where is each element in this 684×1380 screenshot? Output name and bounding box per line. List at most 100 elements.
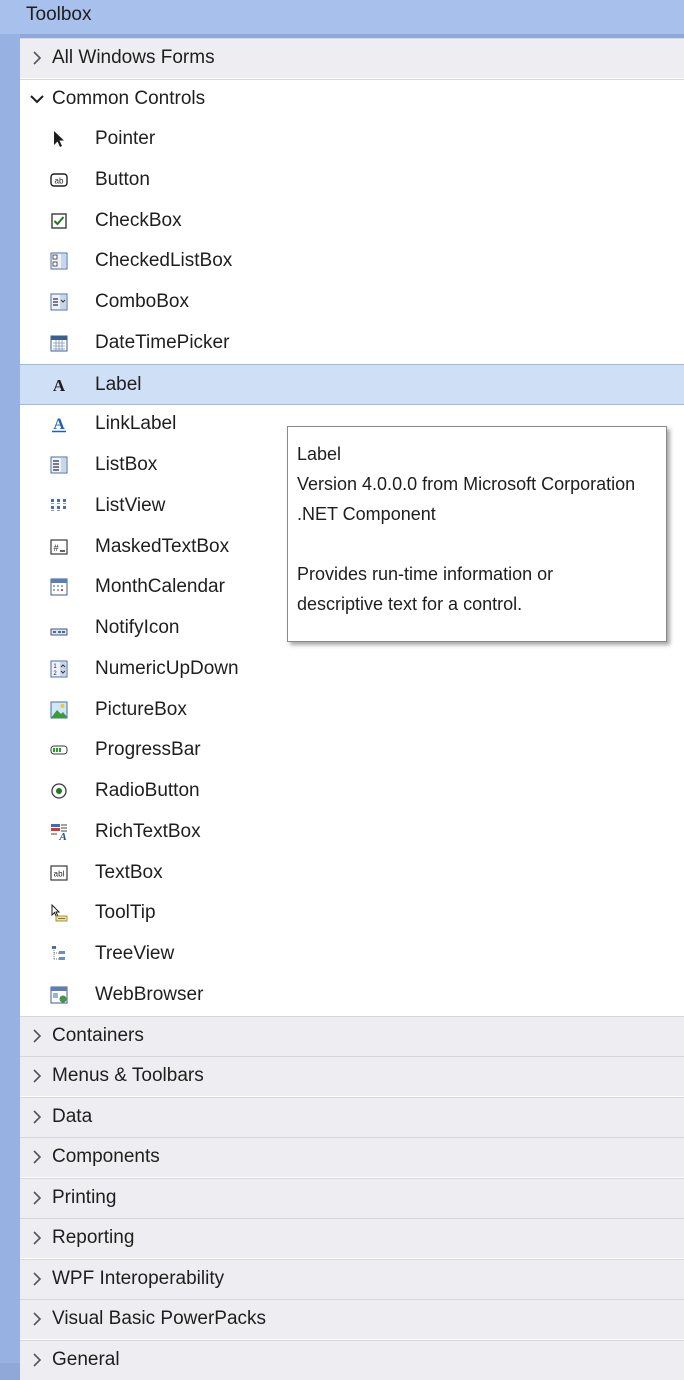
toolbox-item-label: ProgressBar — [95, 739, 201, 760]
toolbox-item-label: ListView — [95, 495, 166, 516]
tab-printing[interactable]: Printing — [20, 1178, 684, 1218]
pointer-icon — [50, 130, 68, 148]
notifyicon-icon — [50, 619, 68, 637]
svg-text:ab: ab — [55, 177, 64, 186]
tab-components[interactable]: Components — [20, 1137, 684, 1177]
chevron-right-icon[interactable] — [29, 1147, 45, 1167]
svg-text:abl: abl — [54, 870, 65, 879]
toolbox-item-label: RichTextBox — [95, 821, 201, 842]
toolbox-item-combobox[interactable]: ComboBox — [20, 282, 684, 323]
svg-text:A: A — [58, 831, 66, 841]
tab-menus-and-toolbars[interactable]: Menus & Toolbars — [20, 1056, 684, 1096]
tooltip-spacer — [297, 529, 658, 559]
combobox-icon — [50, 293, 68, 311]
toolbox-item-label: RadioButton — [95, 780, 200, 801]
tab-wpf-interoperability[interactable]: WPF Interoperability — [20, 1259, 684, 1299]
chevron-down-icon[interactable] — [29, 89, 45, 109]
monthcalendar-icon — [50, 578, 68, 596]
toolbox-item-checkedlistbox[interactable]: CheckedListBox — [20, 241, 684, 282]
toolbox-item-label: Label — [95, 374, 142, 395]
numericupdown-icon: 12 — [50, 660, 68, 678]
toolbox-item-picturebox[interactable]: PictureBox — [20, 690, 684, 731]
item-tooltip: Label Version 4.0.0.0 from Microsoft Cor… — [287, 426, 667, 642]
chevron-right-icon[interactable] — [29, 1107, 45, 1127]
chevron-right-icon[interactable] — [29, 1066, 45, 1086]
tooltip-description-line2: descriptive text for a control. — [297, 594, 523, 614]
toolbox-item-progressbar[interactable]: ProgressBar — [20, 730, 684, 771]
toolbox-item-label: MaskedTextBox — [95, 536, 230, 557]
toolbox-item-label: ListBox — [95, 454, 158, 475]
toolbox-item-webbrowser[interactable]: WebBrowser — [20, 975, 684, 1016]
tab-data[interactable]: Data — [20, 1097, 684, 1137]
tooltip-description-line1: Provides run-time information or — [297, 564, 554, 584]
toolbox-panel: All Windows Forms Common Controls Pointer a… — [20, 38, 684, 1380]
listbox-icon — [50, 456, 68, 474]
tab-label: Printing — [52, 1187, 117, 1208]
tab-label: WPF Interoperability — [52, 1268, 225, 1289]
toolbox-item-label: CheckBox — [95, 210, 182, 231]
chevron-right-icon[interactable] — [29, 1269, 45, 1289]
tooltip-version: Version 4.0.0.0 from Microsoft Corporati… — [297, 474, 636, 494]
toolbox-item-label: Pointer — [95, 128, 156, 149]
tab-common-controls[interactable]: Common Controls — [20, 79, 684, 119]
toolbox-item-label: PictureBox — [95, 699, 187, 720]
toolbox-title: Toolbox — [26, 4, 92, 25]
toolbox-item-label: CheckedListBox — [95, 250, 233, 271]
tab-label: Data — [52, 1106, 93, 1127]
tab-label: Reporting — [52, 1227, 135, 1248]
tab-reporting[interactable]: Reporting — [20, 1218, 684, 1258]
webbrowser-icon — [50, 986, 68, 1004]
richtextbox-icon: A — [50, 823, 68, 841]
chevron-right-icon[interactable] — [29, 1350, 45, 1370]
toolbox-item-label: TextBox — [95, 862, 163, 883]
window-frame-edge — [0, 34, 20, 1363]
chevron-right-icon[interactable] — [29, 1309, 45, 1329]
progressbar-icon — [50, 741, 68, 759]
toolbox-item-checkbox[interactable]: CheckBox — [20, 201, 684, 242]
chevron-right-icon[interactable] — [29, 1228, 45, 1248]
tab-general[interactable]: General — [20, 1340, 684, 1380]
toolbox-item-tooltip[interactable]: ToolTip — [20, 893, 684, 934]
svg-text:A: A — [53, 416, 65, 433]
toolbox-item-richtextbox[interactable]: A RichTextBox — [20, 812, 684, 853]
chevron-right-icon[interactable] — [29, 1026, 45, 1046]
tooltip-name: Label — [297, 444, 342, 464]
picturebox-icon — [50, 701, 68, 719]
toolbox-item-label[interactable]: A Label — [20, 364, 684, 405]
tab-label: Components — [52, 1146, 160, 1167]
tab-label: General — [52, 1349, 120, 1370]
radiobutton-icon — [50, 782, 68, 800]
toolbox-item-label: LinkLabel — [95, 413, 177, 434]
maskedtextbox-icon: # — [50, 538, 68, 556]
toolbox-title-bar[interactable]: Toolbox — [0, 0, 684, 34]
toolbox-item-label: ComboBox — [95, 291, 189, 312]
svg-text:#: # — [53, 543, 58, 553]
toolbox-item-pointer[interactable]: Pointer — [20, 119, 684, 160]
toolbox-item-treeview[interactable]: TreeView — [20, 934, 684, 975]
checkedlistbox-icon — [50, 252, 68, 270]
tab-containers[interactable]: Containers — [20, 1016, 684, 1056]
linklabel-icon: A — [50, 415, 68, 433]
tab-label: Visual Basic PowerPacks — [52, 1308, 267, 1329]
toolbox-item-label: DateTimePicker — [95, 332, 230, 353]
tab-label: Common Controls — [52, 88, 206, 109]
checkbox-icon — [50, 212, 68, 230]
toolbox-item-label: MonthCalendar — [95, 576, 225, 597]
treeview-icon — [50, 945, 68, 963]
chevron-right-icon[interactable] — [29, 1188, 45, 1208]
toolbox-item-label: Button — [95, 169, 150, 190]
tooltip-kind: .NET Component — [297, 504, 436, 524]
svg-text:A: A — [53, 376, 66, 394]
tab-all-windows-forms[interactable]: All Windows Forms — [20, 38, 684, 78]
toolbox-item-datetimepicker[interactable]: DateTimePicker — [20, 323, 684, 364]
toolbox-item-button[interactable]: ab Button — [20, 160, 684, 201]
toolbox-item-label: ToolTip — [95, 902, 156, 923]
toolbox-item-radiobutton[interactable]: RadioButton — [20, 771, 684, 812]
button-icon: ab — [50, 171, 68, 189]
tab-label: All Windows Forms — [52, 47, 215, 68]
toolbox-item-textbox[interactable]: abl TextBox — [20, 853, 684, 894]
toolbox-item-label: NotifyIcon — [95, 617, 180, 638]
tab-visual-basic-powerpacks[interactable]: Visual Basic PowerPacks — [20, 1299, 684, 1339]
chevron-right-icon[interactable] — [29, 48, 45, 68]
toolbox-item-numericupdown[interactable]: 1 2 NumericUpDown — [20, 649, 684, 690]
